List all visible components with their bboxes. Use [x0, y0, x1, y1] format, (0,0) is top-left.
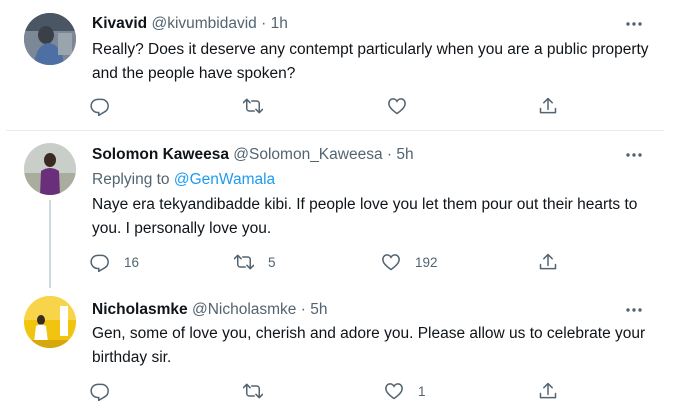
- heart-icon: [388, 98, 406, 115]
- tweet-text: Gen, some of love you, cherish and adore…: [92, 325, 646, 366]
- replying-to-mention[interactable]: @GenWamala: [174, 171, 275, 188]
- share-button[interactable]: [538, 379, 558, 403]
- reply-count: 16: [124, 254, 140, 270]
- avatar[interactable]: [24, 296, 76, 348]
- more-icon[interactable]: [624, 14, 644, 34]
- retweet-icon: [243, 98, 263, 114]
- like-count: 1: [418, 383, 426, 399]
- timestamp[interactable]: 5h: [396, 146, 413, 163]
- like-button[interactable]: 192: [381, 250, 438, 274]
- tweet-nicholasmke[interactable]: Nicholasmke @Nicholasmke · 5h Gen, some …: [0, 288, 668, 413]
- retweet-button[interactable]: [243, 94, 277, 118]
- user-handle[interactable]: @Nicholasmke: [192, 301, 296, 318]
- tweet-actions: 1: [0, 379, 668, 403]
- retweet-icon: [234, 254, 254, 270]
- tweet-kivavid[interactable]: Kivavid @kivumbidavid · 1h Really? Does …: [0, 0, 668, 130]
- user-handle[interactable]: @Solomon_Kaweesa: [233, 146, 382, 163]
- tweet-text: Naye era tekyandibadde kibi. If people l…: [92, 196, 638, 237]
- separator-dot: ·: [300, 301, 306, 318]
- replying-to: Replying to @GenWamala: [92, 171, 275, 189]
- separator-dot: ·: [386, 146, 393, 163]
- reply-icon: [90, 98, 109, 116]
- reply-button[interactable]: 16: [90, 250, 139, 274]
- reply-icon: [90, 383, 109, 401]
- display-name[interactable]: Kivavid: [92, 15, 147, 32]
- retweet-count: 5: [268, 254, 276, 270]
- retweet-button[interactable]: 5: [234, 250, 276, 274]
- retweet-icon: [243, 383, 263, 399]
- tweet-actions: [0, 94, 668, 118]
- share-icon: [539, 382, 557, 399]
- display-name[interactable]: Solomon Kaweesa: [92, 146, 229, 163]
- avatar[interactable]: [24, 143, 76, 195]
- tweet-text: Really? Does it deserve any contempt par…: [92, 41, 649, 82]
- tweet-solomon-kaweesa[interactable]: Solomon Kaweesa @Solomon_Kaweesa · 5h Re…: [0, 131, 668, 284]
- avatar[interactable]: [24, 13, 76, 65]
- timestamp[interactable]: 5h: [310, 301, 327, 318]
- heart-icon: [382, 254, 400, 271]
- reply-button[interactable]: [90, 379, 124, 403]
- replying-to-label: Replying to: [92, 171, 174, 188]
- heart-icon: [385, 383, 403, 400]
- more-icon[interactable]: [624, 300, 644, 320]
- like-button[interactable]: [387, 94, 421, 118]
- user-handle[interactable]: @kivumbidavid: [151, 15, 256, 32]
- share-button[interactable]: [538, 250, 558, 274]
- like-button[interactable]: 1: [384, 379, 426, 403]
- reply-icon: [90, 254, 109, 272]
- share-button[interactable]: [538, 94, 558, 118]
- thread-line: [49, 200, 51, 288]
- timestamp[interactable]: 1h: [271, 15, 288, 32]
- separator-dot: ·: [261, 15, 267, 32]
- more-icon[interactable]: [624, 145, 644, 165]
- share-icon: [539, 97, 557, 114]
- retweet-button[interactable]: [243, 379, 277, 403]
- share-icon: [539, 253, 557, 270]
- display-name[interactable]: Nicholasmke: [92, 301, 188, 318]
- tweet-actions: 16 5 192: [0, 250, 668, 274]
- like-count: 192: [415, 254, 438, 270]
- reply-button[interactable]: [90, 94, 124, 118]
